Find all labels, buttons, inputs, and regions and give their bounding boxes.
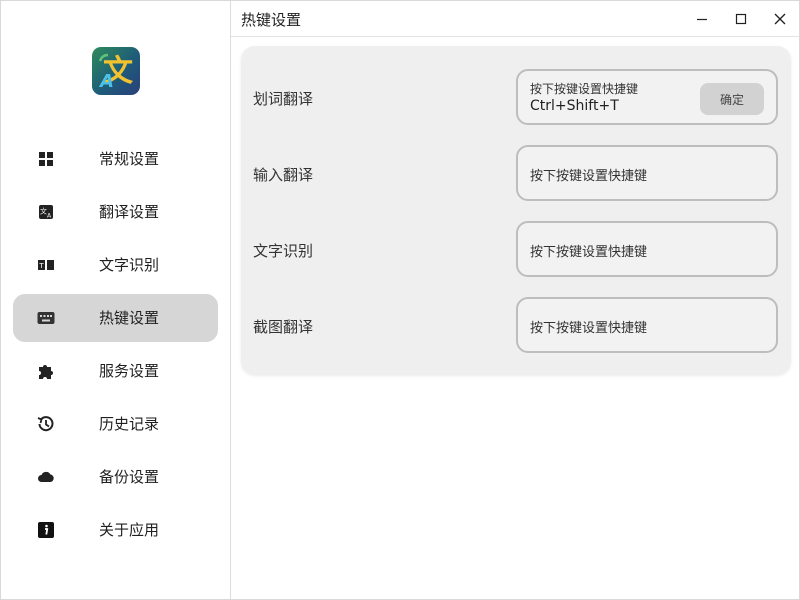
- hotkey-value: Ctrl+Shift+T: [530, 98, 619, 114]
- sidebar-item-label: 常规设置: [99, 150, 160, 168]
- grid-icon: [37, 150, 55, 168]
- hotkey-placeholder: 按下按键设置快捷键: [530, 169, 648, 184]
- screenshot-translate-hotkey-input[interactable]: 按下按键设置快捷键: [516, 297, 778, 353]
- app-logo-icon: 文 A: [98, 53, 133, 92]
- sidebar-item-label: 文字识别: [99, 256, 160, 274]
- app-window: 文 A 常规设置 文A 翻译设置 T 文字识别 热键设置 服务设置 历史记录 备…: [0, 0, 800, 600]
- hotkey-settings-card: 划词翻译 按下按键设置快捷键 Ctrl+Shift+T 确定 输入翻译 按下按键…: [241, 46, 791, 375]
- svg-text:T: T: [38, 262, 44, 270]
- hotkey-row-label: 划词翻译: [253, 90, 314, 108]
- cloud-icon: [37, 468, 55, 486]
- input-translate-hotkey-input[interactable]: 按下按键设置快捷键: [516, 145, 778, 201]
- sidebar-item-translate[interactable]: 文A 翻译设置: [13, 188, 218, 236]
- close-icon: [774, 13, 786, 25]
- app-logo: 文 A: [92, 47, 140, 95]
- sidebar-item-service[interactable]: 服务设置: [13, 347, 218, 395]
- sidebar-item-label: 历史记录: [99, 415, 160, 433]
- maximize-button[interactable]: [726, 5, 756, 33]
- history-icon: [37, 415, 55, 433]
- sidebar-item-label: 关于应用: [99, 521, 160, 539]
- minimize-button[interactable]: [687, 5, 717, 33]
- hotkey-placeholder: 按下按键设置快捷键: [530, 82, 639, 96]
- sidebar: 文 A 常规设置 文A 翻译设置 T 文字识别 热键设置 服务设置 历史记录 备…: [1, 1, 231, 599]
- sidebar-item-general[interactable]: 常规设置: [13, 135, 218, 183]
- selection-translate-hotkey-input[interactable]: 按下按键设置快捷键 Ctrl+Shift+T 确定: [516, 69, 778, 125]
- sidebar-nav: 常规设置 文A 翻译设置 T 文字识别 热键设置 服务设置 历史记录 备份设置 …: [13, 135, 218, 559]
- sidebar-item-backup[interactable]: 备份设置: [13, 453, 218, 501]
- hotkey-placeholder: 按下按键设置快捷键: [530, 245, 648, 260]
- sidebar-item-label: 翻译设置: [99, 203, 160, 221]
- svg-text:文: 文: [40, 207, 47, 216]
- puzzle-icon: [37, 362, 55, 380]
- close-button[interactable]: [765, 5, 795, 33]
- title-bar[interactable]: 热键设置: [231, 1, 799, 37]
- ocr-hotkey-input[interactable]: 按下按键设置快捷键: [516, 221, 778, 277]
- sidebar-item-label: 服务设置: [99, 362, 160, 380]
- info-icon: [37, 521, 55, 539]
- svg-text:A: A: [98, 71, 114, 92]
- hotkey-row-label: 截图翻译: [253, 318, 314, 336]
- maximize-icon: [735, 13, 747, 25]
- sidebar-item-label: 热键设置: [99, 309, 160, 327]
- sidebar-item-ocr[interactable]: T 文字识别: [13, 241, 218, 289]
- ocr-icon: T: [37, 256, 55, 274]
- sidebar-item-about[interactable]: 关于应用: [13, 506, 218, 554]
- hotkey-row-label: 输入翻译: [253, 166, 314, 184]
- translate-icon: 文A: [37, 203, 55, 221]
- hotkey-placeholder: 按下按键设置快捷键: [530, 321, 648, 336]
- sidebar-item-hotkey[interactable]: 热键设置: [13, 294, 218, 342]
- minimize-icon: [697, 18, 707, 21]
- sidebar-item-history[interactable]: 历史记录: [13, 400, 218, 448]
- confirm-button[interactable]: 确定: [700, 83, 764, 115]
- keyboard-icon: [37, 309, 55, 327]
- window-title: 热键设置: [241, 11, 302, 29]
- hotkey-row-label: 文字识别: [253, 242, 314, 260]
- sidebar-item-label: 备份设置: [99, 468, 160, 486]
